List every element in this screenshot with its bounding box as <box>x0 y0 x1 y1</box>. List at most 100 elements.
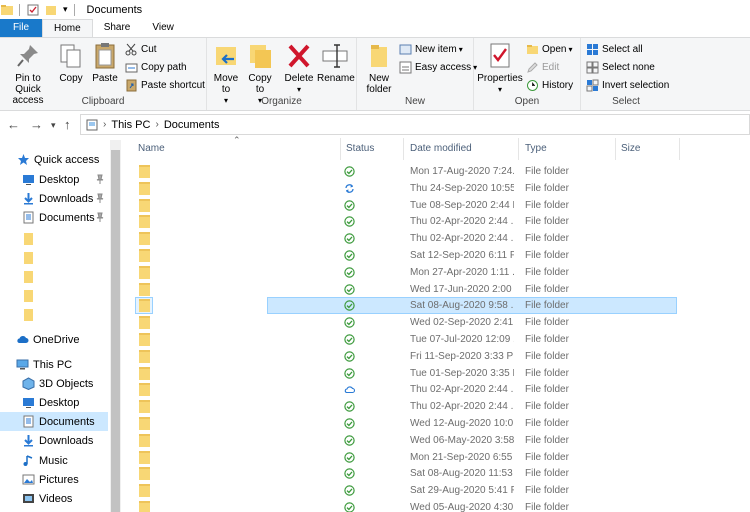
new-item-button[interactable]: New item ▾ <box>399 41 463 58</box>
paste-button[interactable]: Paste <box>90 41 120 84</box>
tab-home[interactable]: Home <box>42 19 93 37</box>
nav-3d-objects[interactable]: 3D Objects <box>0 374 108 393</box>
tab-view[interactable]: View <box>141 19 185 37</box>
delete-x-icon <box>288 44 310 68</box>
nav-qa-folder[interactable] <box>0 229 108 248</box>
column-divider[interactable] <box>518 138 519 160</box>
table-row[interactable]: Thu 02-Apr-2020 2:44 ... File folder <box>121 213 750 230</box>
column-header-date-modified[interactable]: Date modified <box>410 138 472 160</box>
breadcrumb-separator-icon[interactable]: › <box>155 119 158 130</box>
new-folder-button[interactable]: New folder <box>363 41 395 95</box>
table-row[interactable]: Mon 21-Sep-2020 6:55 ... File folder <box>121 449 750 466</box>
column-header-type[interactable]: Type <box>525 138 547 160</box>
table-row[interactable]: Wed 05-Aug-2020 4:30... File folder <box>121 499 750 512</box>
select-all-button[interactable]: Select all <box>586 41 643 58</box>
folder-icon <box>139 417 150 430</box>
table-row[interactable]: Wed 12-Aug-2020 10:0... File folder <box>121 415 750 432</box>
film-icon <box>23 494 34 503</box>
edit-button[interactable]: Edit <box>526 59 559 76</box>
date-modified-cell: Wed 05-Aug-2020 4:30... <box>410 502 514 512</box>
folder-app-icon[interactable] <box>1 4 13 16</box>
table-row[interactable]: Thu 02-Apr-2020 2:44 ... File folder <box>121 381 750 398</box>
nav-this-pc[interactable]: This PC <box>0 355 108 374</box>
table-row[interactable]: Sat 29-Aug-2020 5:41 P... File folder <box>121 482 750 499</box>
table-row[interactable]: Tue 01-Sep-2020 3:35 P... File folder <box>121 365 750 382</box>
back-arrow-icon[interactable]: ← <box>7 117 20 132</box>
table-row[interactable]: Fri 11-Sep-2020 3:33 PM File folder <box>121 348 750 365</box>
table-row[interactable]: Thu 02-Apr-2020 2:44 ... File folder <box>121 398 750 415</box>
column-header-status[interactable]: Status <box>346 138 374 160</box>
properties-button[interactable]: Properties ▾ <box>477 41 523 95</box>
nav-qa-downloads[interactable]: Downloads <box>0 189 108 208</box>
properties-quick-icon[interactable] <box>27 4 39 16</box>
delete-button[interactable]: Delete ▾ <box>283 41 315 95</box>
type-cell: File folder <box>525 250 569 261</box>
table-row[interactable]: Sat 08-Aug-2020 11:53 ... File folder <box>121 465 750 482</box>
cut-button[interactable]: Cut <box>125 41 157 58</box>
nav-videos[interactable]: Videos <box>0 489 108 508</box>
table-row[interactable]: Mon 27-Apr-2020 1:11 ... File folder <box>121 264 750 281</box>
open-button[interactable]: Open ▾ <box>526 41 572 58</box>
breadcrumb-separator-icon[interactable]: › <box>103 119 106 130</box>
nav-music[interactable]: Music <box>0 451 108 470</box>
history-button[interactable]: History <box>526 77 573 94</box>
table-row[interactable]: Thu 02-Apr-2020 2:44 ... File folder <box>121 230 750 247</box>
cloud-icon <box>17 336 29 343</box>
nav-qa-folder[interactable] <box>0 248 108 267</box>
synced-check-icon <box>344 267 355 278</box>
table-row[interactable]: Wed 06-May-2020 3:58... File folder <box>121 432 750 449</box>
invert-selection-button[interactable]: Invert selection <box>586 77 669 94</box>
paste-shortcut-button[interactable]: Paste shortcut <box>125 77 205 94</box>
nav-qa-folder[interactable] <box>0 267 108 286</box>
nav-onedrive[interactable]: OneDrive <box>0 330 108 349</box>
nav-qa-desktop[interactable]: Desktop <box>0 170 108 189</box>
tab-share[interactable]: Share <box>93 19 142 37</box>
column-divider[interactable] <box>679 138 680 160</box>
nav-documents[interactable]: Documents <box>0 412 108 431</box>
breadcrumb-this-pc[interactable]: This PC <box>111 119 150 131</box>
copy-button[interactable]: Copy <box>57 41 85 84</box>
folder-icon <box>139 400 150 414</box>
nav-qa-documents[interactable]: Documents <box>0 208 108 227</box>
customize-toolbar-chevron-icon[interactable]: ▾ <box>63 4 68 15</box>
table-row[interactable]: Tue 08-Sep-2020 2:44 PM File folder <box>121 197 750 214</box>
table-row[interactable]: Tue 07-Jul-2020 12:09 ... File folder <box>121 331 750 348</box>
date-modified-cell: Thu 02-Apr-2020 2:44 ... <box>410 216 514 228</box>
table-row[interactable]: Mon 17-Aug-2020 7:24... File folder <box>121 163 750 180</box>
nav-pane-scroll-thumb[interactable] <box>111 150 120 512</box>
table-row[interactable]: Sat 08-Aug-2020 9:58 ... File folder <box>121 297 750 315</box>
nav-quick-access[interactable]: Quick access <box>0 150 108 169</box>
select-none-button[interactable]: Select none <box>586 59 655 76</box>
new-folder-quick-icon[interactable] <box>45 4 57 16</box>
pin-icon <box>17 45 38 67</box>
type-cell: File folder <box>525 166 569 177</box>
rename-button[interactable]: Rename <box>317 41 355 84</box>
column-divider[interactable] <box>403 138 404 160</box>
table-row[interactable]: Wed 17-Jun-2020 2:00 ... File folder <box>121 281 750 298</box>
nav-pictures[interactable]: Pictures <box>0 470 108 489</box>
column-header-name[interactable]: Name <box>138 138 165 160</box>
organize-group-label: Organize <box>261 96 302 107</box>
folder-icon <box>139 450 150 464</box>
column-header-size[interactable]: Size <box>621 138 640 160</box>
recent-locations-chevron-icon[interactable]: ▾ <box>51 120 56 131</box>
table-row[interactable]: Sat 12-Sep-2020 6:11 PM File folder <box>121 247 750 264</box>
address-bar[interactable]: › This PC › Documents <box>80 114 750 135</box>
nav-qa-folder[interactable] <box>0 305 108 324</box>
folder-icon <box>24 271 33 283</box>
nav-desktop[interactable]: Desktop <box>0 393 108 412</box>
table-row[interactable]: Thu 24-Sep-2020 10:55 ... File folder <box>121 180 750 197</box>
nav-pane-scrollbar[interactable] <box>110 140 121 512</box>
copy-path-button[interactable]: Copy path <box>125 59 187 76</box>
breadcrumb-documents[interactable]: Documents <box>164 119 220 131</box>
date-modified-cell: Thu 02-Apr-2020 2:44 ... <box>410 401 514 413</box>
nav-qa-folder[interactable] <box>0 286 108 305</box>
nav-downloads[interactable]: Downloads <box>0 431 108 450</box>
tab-file[interactable]: File <box>0 19 42 37</box>
table-row[interactable]: Wed 02-Sep-2020 2:41 ... File folder <box>121 314 750 331</box>
column-divider[interactable] <box>615 138 616 160</box>
forward-arrow-icon[interactable]: → <box>30 117 43 132</box>
easy-access-button[interactable]: Easy access ▾ <box>399 59 477 76</box>
column-divider[interactable] <box>340 138 341 160</box>
up-arrow-icon[interactable]: ↑ <box>64 117 71 132</box>
